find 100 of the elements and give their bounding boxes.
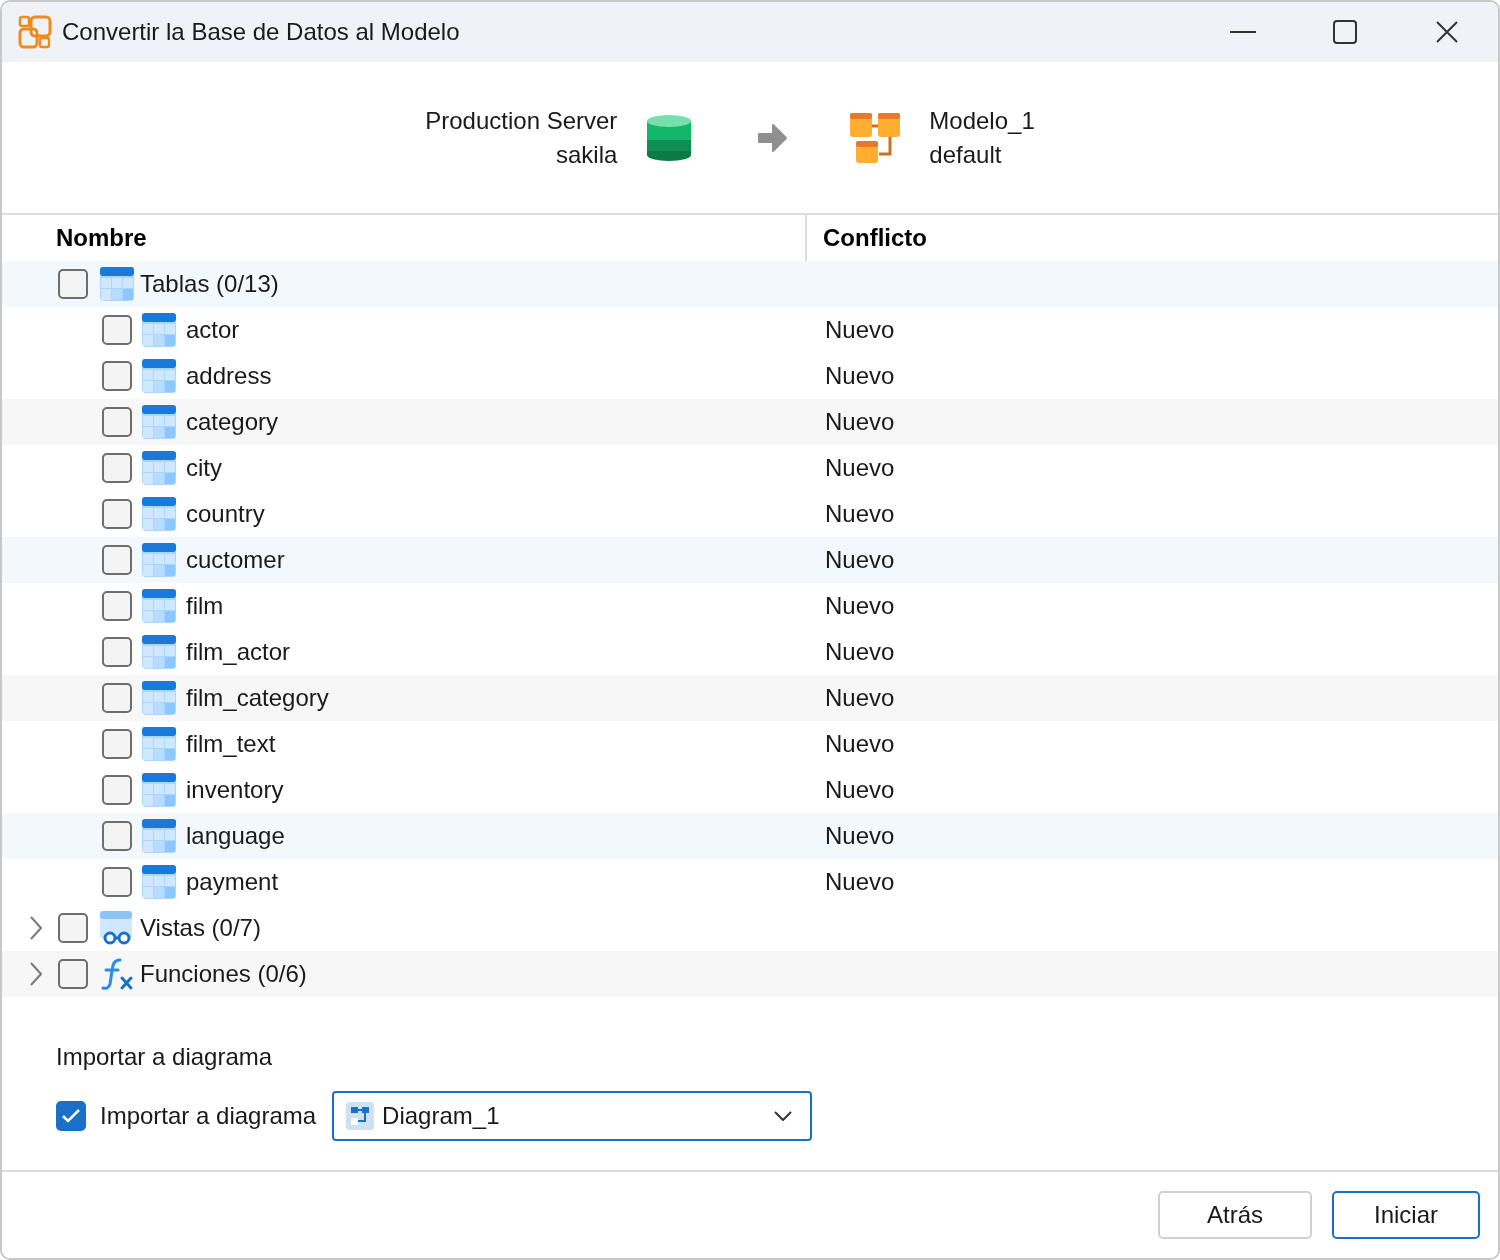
table-icon — [142, 865, 176, 899]
conflict-status: Nuevo — [825, 637, 895, 667]
dialog-button[interactable]: Atrás — [1158, 1191, 1312, 1239]
checkbox-label: Importar a diagrama — [100, 1101, 317, 1131]
model-name: Modelo_1 — [929, 105, 1035, 136]
model-icon — [849, 111, 902, 164]
table-icon — [142, 543, 176, 577]
window-title: Convertir la Base de Datos al Modelo — [62, 17, 460, 47]
arrow-icon — [757, 123, 788, 152]
server-name: Production Server — [425, 105, 618, 136]
table-name: film_category — [186, 683, 329, 713]
column-header[interactable]: Nombre — [56, 220, 147, 256]
close-icon — [1435, 20, 1459, 44]
view-icon — [100, 911, 134, 945]
table-name: actor — [186, 315, 240, 345]
tree-row[interactable]: address Nuevo — [2, 353, 1498, 399]
section-title: Importar a diagrama — [56, 1042, 274, 1072]
table-icon — [142, 727, 176, 761]
conflict-status: Nuevo — [825, 683, 895, 713]
table-icon — [142, 681, 176, 715]
table-name: country — [186, 499, 265, 529]
conflict-status: Nuevo — [825, 729, 895, 759]
minimize-icon — [1230, 31, 1256, 33]
table-icon — [142, 589, 176, 623]
database-icon — [647, 112, 692, 163]
conflict-status: Nuevo — [825, 545, 895, 575]
table-name: category — [186, 407, 279, 437]
tree-row[interactable]: film_text Nuevo — [2, 721, 1498, 767]
checkbox[interactable] — [102, 637, 132, 667]
conflict-status: Nuevo — [825, 453, 895, 483]
table-icon — [142, 497, 176, 531]
function-icon — [100, 957, 134, 991]
tree-row[interactable]: actor Nuevo — [2, 307, 1498, 353]
conflict-status: Nuevo — [825, 407, 895, 437]
tree-row[interactable]: category Nuevo — [2, 399, 1498, 445]
conflict-status: Nuevo — [825, 499, 895, 529]
table-icon — [142, 405, 176, 439]
group-label: Vistas (0/7) — [140, 913, 261, 943]
tree-row[interactable]: cuctomer Nuevo — [2, 537, 1498, 583]
tree-row[interactable]: Funciones (0/6) — [2, 951, 1498, 997]
checkbox[interactable] — [102, 361, 132, 391]
tree-row[interactable]: Tablas (0/13) — [2, 261, 1498, 307]
table-name: language — [186, 821, 285, 851]
checkbox[interactable] — [102, 407, 132, 437]
conflict-status: Nuevo — [825, 821, 895, 851]
conflict-status: Nuevo — [825, 775, 895, 805]
tree-row[interactable]: film_actor Nuevo — [2, 629, 1498, 675]
diagram-icon — [346, 1102, 375, 1130]
group-label: Tablas (0/13) — [140, 269, 279, 299]
table-icon — [142, 819, 176, 853]
app-logo-icon — [18, 15, 52, 49]
import-checkbox[interactable] — [56, 1101, 86, 1131]
tree-row[interactable]: film_category Nuevo — [2, 675, 1498, 721]
table-name: address — [186, 361, 272, 391]
checkbox[interactable] — [58, 959, 88, 989]
tree-row[interactable]: city Nuevo — [2, 445, 1498, 491]
conflict-status: Nuevo — [825, 591, 895, 621]
maximize-icon — [1333, 20, 1357, 44]
checkbox[interactable] — [102, 499, 132, 529]
checkbox[interactable] — [102, 775, 132, 805]
column-header[interactable]: Conflicto — [823, 220, 927, 256]
tree-row[interactable]: language Nuevo — [2, 813, 1498, 859]
table-icon — [142, 313, 176, 347]
checkbox[interactable] — [102, 545, 132, 575]
chevron-down-icon — [774, 1111, 793, 1121]
tree-row[interactable]: country Nuevo — [2, 491, 1498, 537]
diagram-dropdown[interactable]: Diagram_1 — [332, 1091, 813, 1141]
checkbox[interactable] — [102, 453, 132, 483]
database-name: sakila — [555, 139, 618, 170]
check-icon — [61, 1108, 81, 1124]
checkbox[interactable] — [58, 913, 88, 943]
table-name: film_text — [186, 729, 276, 759]
checkbox[interactable] — [102, 729, 132, 759]
table-icon — [142, 773, 176, 807]
checkbox[interactable] — [102, 315, 132, 345]
table-name: film_actor — [186, 637, 291, 667]
checkbox[interactable] — [102, 821, 132, 851]
tree-row[interactable]: film Nuevo — [2, 583, 1498, 629]
table-icon — [142, 359, 176, 393]
table-icon — [142, 635, 176, 669]
table-icon — [100, 267, 134, 301]
table-name: inventory — [186, 775, 284, 805]
tree-row[interactable]: payment Nuevo — [2, 859, 1498, 905]
checkbox[interactable] — [102, 591, 132, 621]
group-label: Funciones (0/6) — [140, 959, 307, 989]
tree-row[interactable]: Vistas (0/7) — [2, 905, 1498, 951]
table-name: payment — [186, 867, 279, 897]
table-name: film — [186, 591, 224, 621]
table-icon — [142, 451, 176, 485]
table-name: city — [186, 453, 222, 483]
checkbox[interactable] — [58, 269, 88, 299]
tree-row[interactable]: inventory Nuevo — [2, 767, 1498, 813]
checkbox[interactable] — [102, 867, 132, 897]
checkbox[interactable] — [102, 683, 132, 713]
dialog-button[interactable]: Iniciar — [1332, 1191, 1480, 1239]
table-name: cuctomer — [186, 545, 285, 575]
conflict-status: Nuevo — [825, 315, 895, 345]
schema-name: default — [929, 139, 1002, 170]
conflict-status: Nuevo — [825, 867, 895, 897]
conflict-status: Nuevo — [825, 361, 895, 391]
